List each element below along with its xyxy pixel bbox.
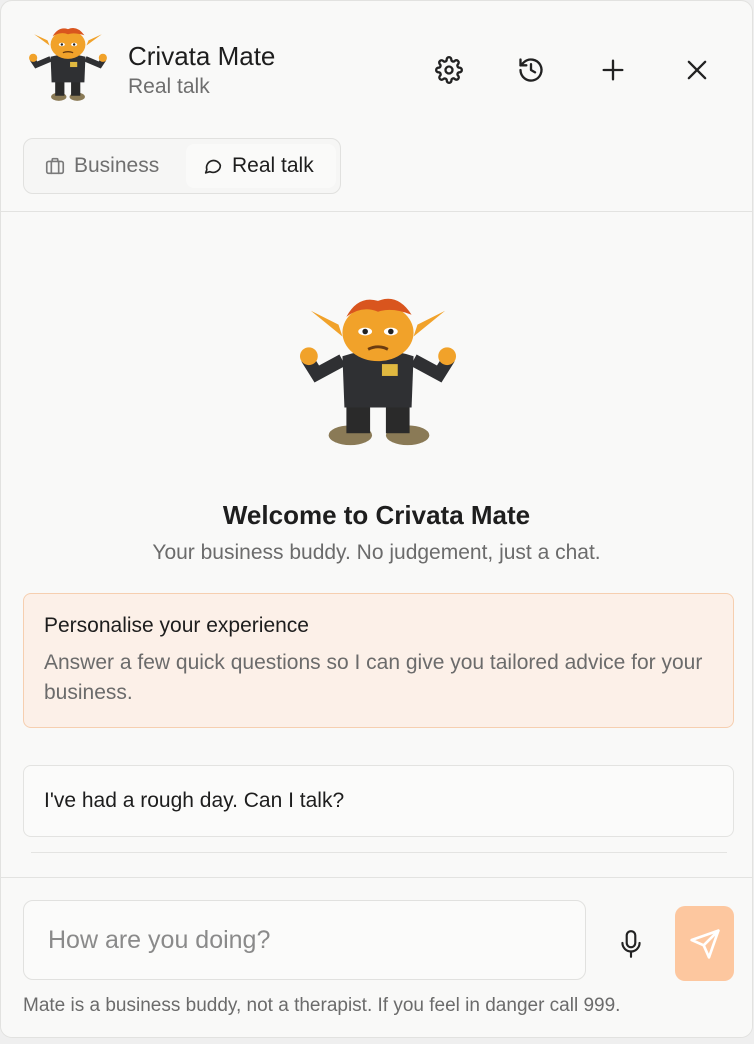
personalise-card[interactable]: Personalise your experience Answer a few… bbox=[23, 593, 734, 728]
new-chat-button[interactable] bbox=[592, 49, 634, 91]
send-icon bbox=[689, 928, 720, 959]
microphone-icon bbox=[621, 930, 641, 958]
mode-tabs: Business Real talk bbox=[23, 138, 341, 194]
tab-real-talk[interactable]: Real talk bbox=[186, 144, 336, 188]
chat-bubble-icon bbox=[204, 159, 222, 174]
welcome-subtitle: Your business buddy. No judgement, just … bbox=[152, 541, 601, 564]
briefcase-icon bbox=[45, 157, 65, 175]
mode-subtitle: Real talk bbox=[128, 75, 210, 98]
gear-icon bbox=[435, 56, 463, 84]
plus-icon bbox=[602, 59, 624, 81]
settings-button[interactable] bbox=[428, 49, 470, 91]
welcome-title: Welcome to Crivata Mate bbox=[222, 500, 531, 530]
mascot-avatar bbox=[29, 27, 107, 101]
voice-input-button[interactable] bbox=[607, 926, 655, 962]
suggestion-button[interactable]: I've had a rough day. Can I talk? bbox=[23, 765, 734, 837]
mascot-figure bbox=[29, 27, 107, 101]
history-button[interactable] bbox=[510, 49, 552, 91]
chat-header: Crivata Mate Real talk Business Real tal… bbox=[1, 1, 752, 212]
mascot-illustration bbox=[299, 298, 457, 446]
personalise-title: Personalise your experience bbox=[44, 614, 309, 637]
composer: Mate is a business buddy, not a therapis… bbox=[1, 877, 752, 1037]
disclaimer-text: Mate is a business buddy, not a therapis… bbox=[23, 995, 621, 1016]
chat-panel: Crivata Mate Real talk Business Real tal… bbox=[0, 0, 753, 1038]
tab-real-talk-label: Real talk bbox=[232, 154, 314, 177]
suggestion-label: I've had a rough day. Can I talk? bbox=[44, 789, 345, 812]
personalise-description: Answer a few quick questions so I can gi… bbox=[44, 651, 703, 704]
app-title: Crivata Mate bbox=[128, 41, 276, 71]
tab-business-label: Business bbox=[74, 154, 160, 177]
history-icon bbox=[519, 58, 543, 82]
send-button[interactable] bbox=[675, 906, 734, 981]
close-button[interactable] bbox=[676, 49, 718, 91]
close-icon bbox=[687, 60, 707, 80]
message-input[interactable] bbox=[23, 900, 586, 980]
tab-business[interactable]: Business bbox=[36, 144, 196, 188]
